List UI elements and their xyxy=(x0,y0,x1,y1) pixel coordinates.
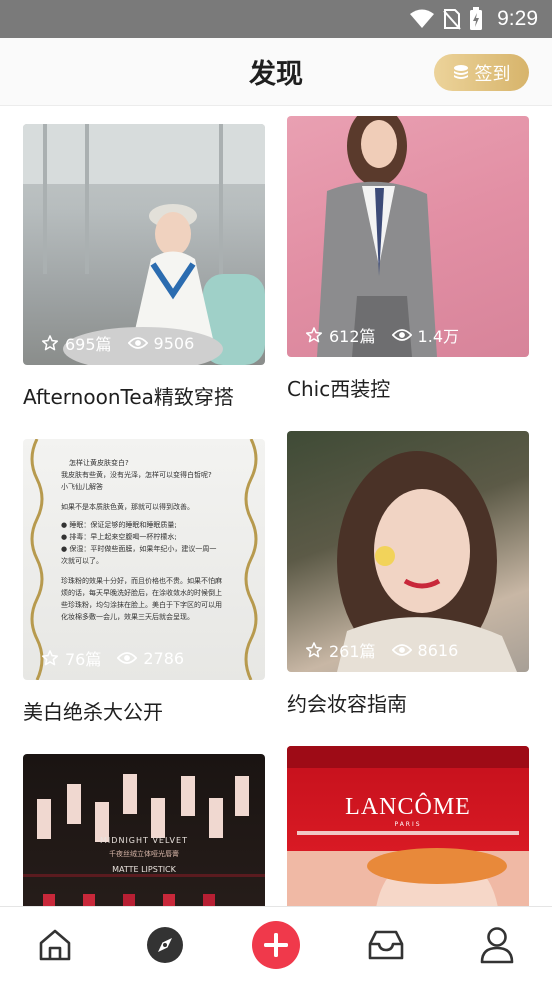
topic-card[interactable]: 695篇 9506 AfternoonTea精致穿搭 xyxy=(23,124,265,410)
checkin-label: 签到 xyxy=(474,63,511,85)
topic-title[interactable]: Chic西装控 xyxy=(287,373,529,402)
topic-card[interactable]: LANCÔME PARIS xyxy=(287,746,529,906)
checkin-button[interactable]: 签到 xyxy=(434,54,529,91)
nav-publish[interactable] xyxy=(221,907,331,981)
topic-card[interactable]: 怎样让黄皮肤变白? 我皮肤有些黄，没有光泽，怎样可以变得白皙呢? 小飞仙儿解答 … xyxy=(23,439,265,725)
coin-stack-icon xyxy=(453,64,468,79)
brand-sign: LANCÔME PARIS xyxy=(345,794,471,828)
product-text: MIDNIGHT VELVET 千夜丝绒立体哑光唇膏 MATTE LIPSTIC… xyxy=(100,836,188,874)
status-bar: 9:29 xyxy=(0,0,552,38)
eye-icon xyxy=(391,329,412,341)
topic-cover-image[interactable]: 695篇 9506 xyxy=(23,124,265,365)
battery-charging-icon xyxy=(470,7,483,30)
cover-illustration xyxy=(23,774,265,906)
inbox-icon xyxy=(368,930,404,959)
cover-illustration xyxy=(337,451,517,672)
view-count: 8616 xyxy=(391,641,458,660)
topic-title[interactable]: AfternoonTea精致穿搭 xyxy=(23,381,265,410)
no-sim-icon xyxy=(443,9,461,30)
view-count: 2786 xyxy=(117,649,184,668)
article-count: 695篇 xyxy=(41,331,112,355)
topic-card[interactable]: 612篇 1.4万 Chic西装控 xyxy=(287,116,529,402)
cover-illustration xyxy=(23,124,265,365)
star-icon xyxy=(41,335,59,351)
eye-icon xyxy=(117,652,138,664)
star-icon xyxy=(305,327,323,343)
status-time: 9:29 xyxy=(497,7,538,30)
topic-card[interactable]: 261篇 8616 约会妆容指南 xyxy=(287,431,529,717)
article-preview-text: 怎样让黄皮肤变白? 我皮肤有些黄，没有光泽，怎样可以变得白皙呢? 小飞仙儿解答 … xyxy=(61,459,222,621)
topic-cover-image[interactable]: 怎样让黄皮肤变白? 我皮肤有些黄，没有光泽，怎样可以变得白皙呢? 小飞仙儿解答 … xyxy=(23,439,265,680)
topic-cover-image[interactable]: 261篇 8616 xyxy=(287,431,529,672)
article-count: 261篇 xyxy=(305,638,376,662)
star-icon xyxy=(305,642,323,658)
topic-stats: 261篇 8616 xyxy=(305,638,458,662)
topic-stats: 76篇 2786 xyxy=(41,646,184,670)
page-header: 发现 签到 xyxy=(0,38,552,106)
article-count: 612篇 xyxy=(305,323,376,347)
plus-icon xyxy=(252,920,300,969)
eye-icon xyxy=(391,644,412,656)
user-icon xyxy=(480,926,514,963)
home-icon xyxy=(39,929,71,960)
eye-icon xyxy=(127,337,148,349)
bottom-nav xyxy=(0,906,552,981)
topic-title[interactable]: 约会妆容指南 xyxy=(287,688,529,717)
cover-illustration xyxy=(317,116,437,357)
nav-profile[interactable] xyxy=(442,907,552,981)
wifi-icon xyxy=(410,9,435,28)
article-count: 76篇 xyxy=(41,646,101,670)
topic-cover-image[interactable]: 612篇 1.4万 xyxy=(287,116,529,357)
topic-feed[interactable]: 695篇 9506 AfternoonTea精致穿搭 612篇 1.4万 Chi… xyxy=(0,107,552,906)
topic-card[interactable]: MIDNIGHT VELVET 千夜丝绒立体哑光唇膏 MATTE LIPSTIC… xyxy=(23,754,265,906)
nav-home[interactable] xyxy=(0,907,110,981)
nav-messages[interactable] xyxy=(331,907,441,981)
topic-cover-image[interactable]: LANCÔME PARIS xyxy=(287,746,529,906)
topic-cover-image[interactable]: MIDNIGHT VELVET 千夜丝绒立体哑光唇膏 MATTE LIPSTIC… xyxy=(23,754,265,906)
view-count: 9506 xyxy=(127,334,194,353)
topic-stats: 695篇 9506 xyxy=(41,331,194,355)
topic-stats: 612篇 1.4万 xyxy=(305,323,459,347)
nav-discover[interactable] xyxy=(110,907,220,981)
view-count: 1.4万 xyxy=(391,323,459,347)
discover-screen: 9:29 发现 签到 695篇 9506 AfternoonTea精致穿搭 61… xyxy=(0,0,552,981)
compass-icon xyxy=(147,926,183,963)
star-icon xyxy=(41,650,59,666)
topic-title[interactable]: 美白绝杀大公开 xyxy=(23,696,265,725)
